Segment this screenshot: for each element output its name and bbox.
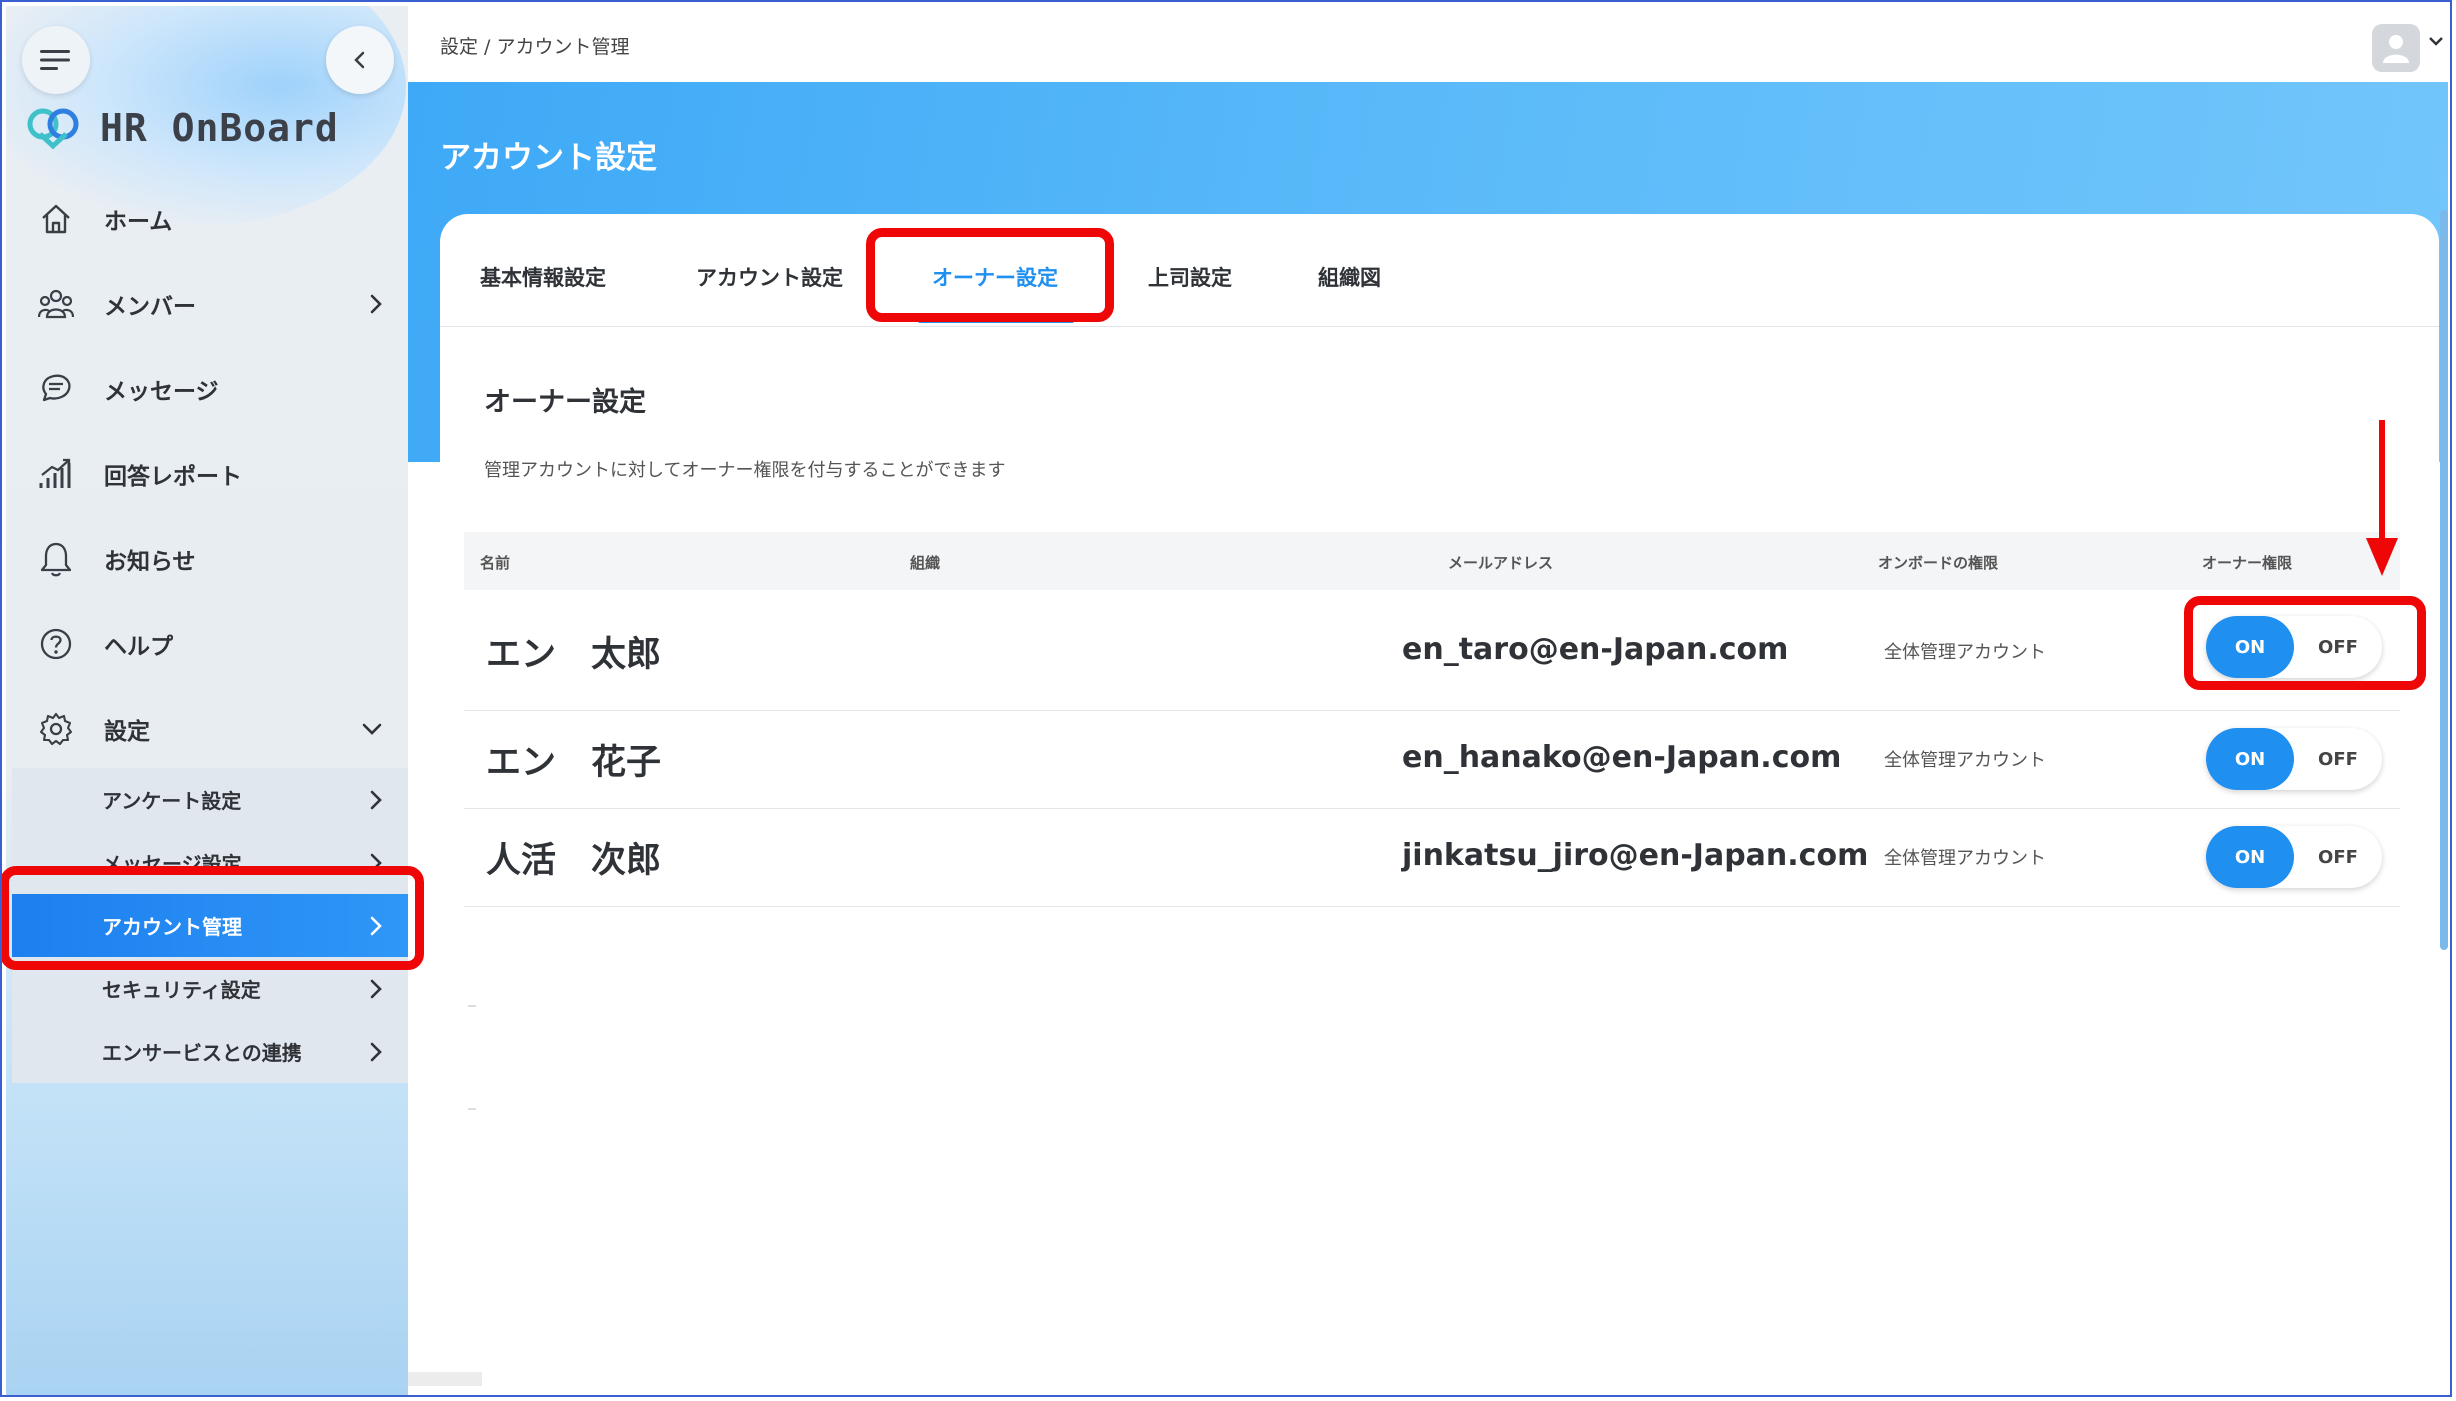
help-icon bbox=[36, 624, 76, 664]
member-onboard-permission: 全体管理アカウント bbox=[1884, 642, 2046, 663]
table-row: エン 太郎 en_taro@en-Japan.com 全体管理アカウント ON … bbox=[464, 590, 2400, 711]
section-title: オーナー設定 bbox=[484, 387, 646, 418]
member-name: 人活 次郎 bbox=[486, 841, 662, 881]
divider-mark bbox=[468, 1005, 476, 1007]
member-email: jinkatsu_jiro@en-Japan.com bbox=[1402, 838, 1869, 873]
member-onboard-permission: 全体管理アカウント bbox=[1884, 848, 2046, 869]
sidebar-item-label: メッセージ bbox=[104, 378, 219, 405]
sidebar-item-report[interactable]: 回答レポート bbox=[6, 431, 408, 516]
table-row: エン 花子 en_hanako@en-Japan.com 全体管理アカウント O… bbox=[464, 710, 2400, 809]
chevron-down-icon bbox=[362, 723, 382, 735]
column-header-name: 名前 bbox=[480, 554, 511, 572]
bell-icon bbox=[36, 539, 76, 579]
home-icon bbox=[36, 199, 76, 239]
toggle-highlight-annotation bbox=[2184, 596, 2426, 690]
hamburger-menu-button[interactable] bbox=[22, 26, 90, 94]
subnav-item-en-services[interactable]: エンサービスとの連携 bbox=[12, 1020, 408, 1083]
member-name: エン 花子 bbox=[486, 743, 662, 783]
divider-mark bbox=[468, 1108, 476, 1110]
sidebar-highlight-annotation bbox=[0, 866, 424, 970]
members-icon bbox=[36, 284, 76, 324]
user-icon bbox=[2383, 35, 2409, 63]
toggle-off-option[interactable]: OFF bbox=[2294, 826, 2382, 888]
table-row: 人活 次郎 jinkatsu_jiro@en-Japan.com 全体管理アカウ… bbox=[464, 808, 2400, 907]
member-email: en_taro@en-Japan.com bbox=[1402, 632, 1789, 667]
tab-highlight-annotation bbox=[866, 228, 1114, 322]
member-email: en_hanako@en-Japan.com bbox=[1402, 740, 1842, 775]
column-header-onboard-permission: オンボードの権限 bbox=[1878, 554, 1999, 572]
avatar[interactable] bbox=[2372, 24, 2420, 72]
toggle-off-option[interactable]: OFF bbox=[2294, 728, 2382, 790]
menu-icon bbox=[40, 50, 70, 70]
sidebar-nav: ホーム メンバー メッセージ 回答レポート お知らせ ヘルプ 設定 bbox=[6, 176, 408, 771]
section-description: 管理アカウントに対してオーナー権限を付与することができます bbox=[484, 460, 1006, 481]
sidebar-item-message[interactable]: メッセージ bbox=[6, 346, 408, 431]
subnav-item-survey[interactable]: アンケート設定 bbox=[12, 768, 408, 831]
page-title: アカウント設定 bbox=[440, 140, 657, 176]
sidebar-item-label: お知らせ bbox=[104, 548, 196, 575]
sidebar-item-label: ホーム bbox=[104, 208, 173, 235]
chevron-right-icon bbox=[370, 294, 382, 313]
column-header-org: 組織 bbox=[910, 554, 941, 572]
arrow-annotation-shaft bbox=[2379, 420, 2385, 540]
logo-text: HR OnBoard bbox=[100, 106, 339, 150]
horizontal-scrollbar[interactable] bbox=[408, 1372, 482, 1386]
toggle-on-option[interactable]: ON bbox=[2206, 826, 2294, 888]
settings-card: 基本情報設定 アカウント設定 オーナー設定 上司設定 組織図 オーナー設定 管理… bbox=[440, 214, 2439, 1397]
owner-permission-toggle[interactable]: ON OFF bbox=[2206, 728, 2382, 790]
subnav-item-label: アンケート設定 bbox=[102, 789, 242, 813]
gear-icon bbox=[36, 709, 76, 749]
column-header-email: メールアドレス bbox=[1448, 554, 1554, 572]
sidebar-item-label: 回答レポート bbox=[104, 463, 242, 490]
sidebar-item-home[interactable]: ホーム bbox=[6, 176, 408, 261]
member-onboard-permission: 全体管理アカウント bbox=[1884, 750, 2046, 771]
subnav-item-label: エンサービスとの連携 bbox=[102, 1041, 302, 1065]
member-name: エン 太郎 bbox=[486, 635, 662, 675]
table-header: 名前 組織 メールアドレス オンボードの権限 オーナー権限 bbox=[464, 532, 2400, 590]
chevron-right-icon bbox=[370, 1042, 382, 1061]
sidebar-item-notice[interactable]: お知らせ bbox=[6, 516, 408, 601]
sidebar-item-members[interactable]: メンバー bbox=[6, 261, 408, 346]
column-header-owner-permission: オーナー権限 bbox=[2202, 554, 2293, 572]
report-icon bbox=[36, 454, 76, 494]
tab-manager-settings[interactable]: 上司設定 bbox=[1148, 262, 1232, 292]
sidebar-item-settings[interactable]: 設定 bbox=[6, 686, 408, 771]
chevron-left-icon bbox=[354, 51, 365, 69]
chevron-down-icon[interactable] bbox=[2428, 36, 2444, 46]
app-logo[interactable]: HR OnBoard bbox=[26, 106, 339, 150]
tab-org-chart[interactable]: 組織図 bbox=[1318, 262, 1381, 292]
tab-account-settings[interactable]: アカウント設定 bbox=[696, 262, 843, 292]
message-icon bbox=[36, 369, 76, 409]
toggle-on-option[interactable]: ON bbox=[2206, 728, 2294, 790]
tab-bar: 基本情報設定 アカウント設定 オーナー設定 上司設定 組織図 bbox=[440, 214, 2439, 327]
subnav-item-label: セキュリティ設定 bbox=[102, 978, 261, 1002]
breadcrumb: 設定 / アカウント管理 bbox=[440, 36, 630, 58]
top-bar: 設定 / アカウント管理 bbox=[408, 6, 2448, 82]
sidebar: HR OnBoard ホーム メンバー メッセージ 回答レポート お知らせ ヘル… bbox=[6, 6, 408, 1396]
sidebar-item-help[interactable]: ヘルプ bbox=[6, 601, 408, 686]
collapse-sidebar-button[interactable] bbox=[326, 26, 394, 94]
logo-icon bbox=[27, 108, 79, 150]
sidebar-item-label: メンバー bbox=[104, 293, 196, 320]
arrow-down-icon bbox=[2366, 538, 2398, 576]
sidebar-item-label: ヘルプ bbox=[104, 633, 173, 660]
tab-basic-info[interactable]: 基本情報設定 bbox=[480, 262, 606, 292]
vertical-scrollbar[interactable] bbox=[2440, 210, 2448, 950]
owner-permission-toggle[interactable]: ON OFF bbox=[2206, 826, 2382, 888]
chevron-right-icon bbox=[370, 979, 382, 998]
sidebar-item-label: 設定 bbox=[104, 718, 150, 745]
chevron-right-icon bbox=[370, 790, 382, 809]
